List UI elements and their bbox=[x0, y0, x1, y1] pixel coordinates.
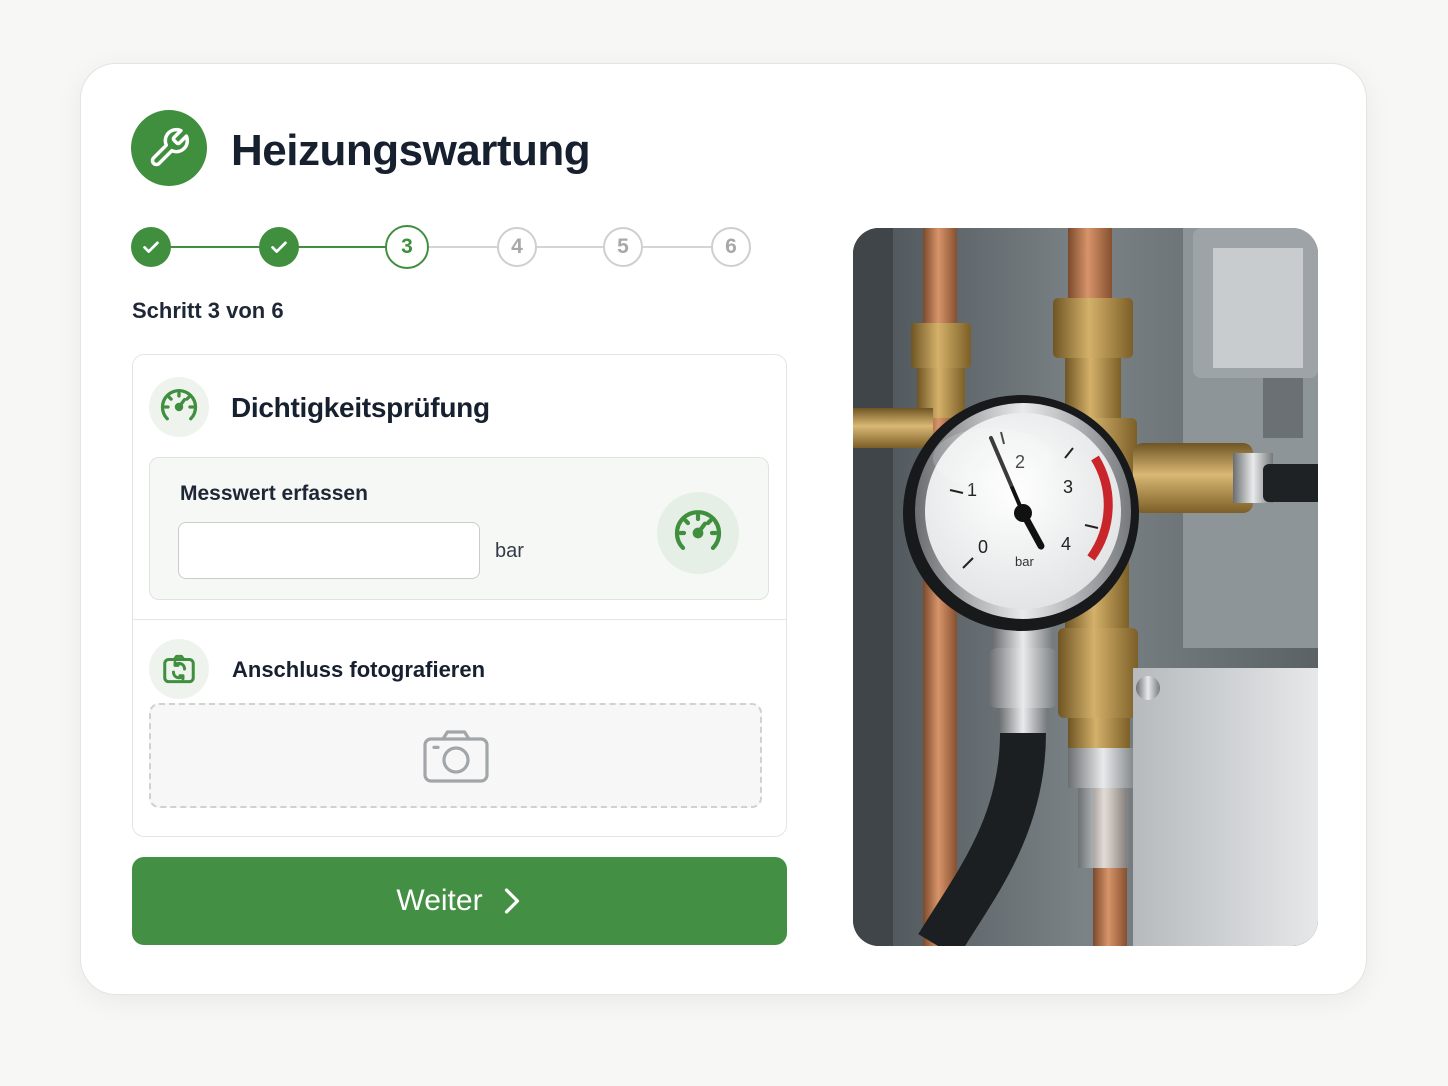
check-icon bbox=[143, 241, 159, 253]
measurement-input[interactable] bbox=[178, 522, 480, 579]
step-4[interactable]: 4 bbox=[497, 227, 537, 267]
task-title: Dichtigkeitsprüfung bbox=[231, 392, 490, 423]
step-connector bbox=[169, 246, 261, 248]
section-divider bbox=[133, 619, 786, 620]
step-6[interactable]: 6 bbox=[711, 227, 751, 267]
step-connector bbox=[643, 246, 713, 248]
gauge-icon bbox=[674, 510, 722, 551]
step-counter: Schritt 3 von 6 bbox=[132, 298, 284, 323]
step-3-active[interactable]: 3 bbox=[385, 225, 429, 269]
chevron-right-icon bbox=[504, 888, 519, 914]
read-gauge-button[interactable] bbox=[657, 492, 739, 574]
gauge-tick-4: 4 bbox=[1061, 534, 1071, 554]
wrench-icon bbox=[131, 110, 207, 186]
camera-rotate-icon bbox=[149, 639, 209, 699]
step-connector bbox=[429, 246, 497, 248]
page-title: Heizungswartung bbox=[231, 126, 591, 175]
gauge-photo-illustration: 0 1 2 3 4 bar bbox=[853, 228, 1318, 946]
photo-section-title: Anschluss fotografieren bbox=[232, 657, 486, 682]
next-button[interactable]: Weiter bbox=[132, 857, 787, 945]
step-connector bbox=[297, 246, 387, 248]
measurement-label: Messwert erfassen bbox=[180, 482, 368, 505]
step-connector bbox=[535, 246, 603, 248]
step-2-done[interactable] bbox=[259, 227, 299, 267]
measurement-box: Messwert erfassen bar bbox=[149, 457, 769, 600]
pressure-gauge-photo: 0 1 2 3 4 bar bbox=[853, 228, 1318, 946]
gauge-tick-3: 3 bbox=[1063, 477, 1073, 497]
gauge-tick-0: 0 bbox=[978, 537, 988, 557]
gauge-icon bbox=[149, 377, 209, 437]
next-button-label: Weiter bbox=[396, 884, 483, 917]
progress-stepper: 3 4 5 6 bbox=[131, 224, 753, 270]
step-1-done[interactable] bbox=[131, 227, 171, 267]
gauge-unit-label: bar bbox=[1015, 554, 1034, 569]
task-panel: Dichtigkeitsprüfung Messwert erfassen ba… bbox=[132, 354, 787, 837]
camera-icon bbox=[422, 729, 489, 783]
check-icon bbox=[271, 241, 287, 253]
measurement-unit: bar bbox=[495, 540, 524, 562]
main-card: Heizungswartung 3 4 5 6 Schritt 3 von 6 … bbox=[80, 63, 1367, 995]
photo-drop-zone[interactable] bbox=[149, 703, 762, 808]
step-5[interactable]: 5 bbox=[603, 227, 643, 267]
